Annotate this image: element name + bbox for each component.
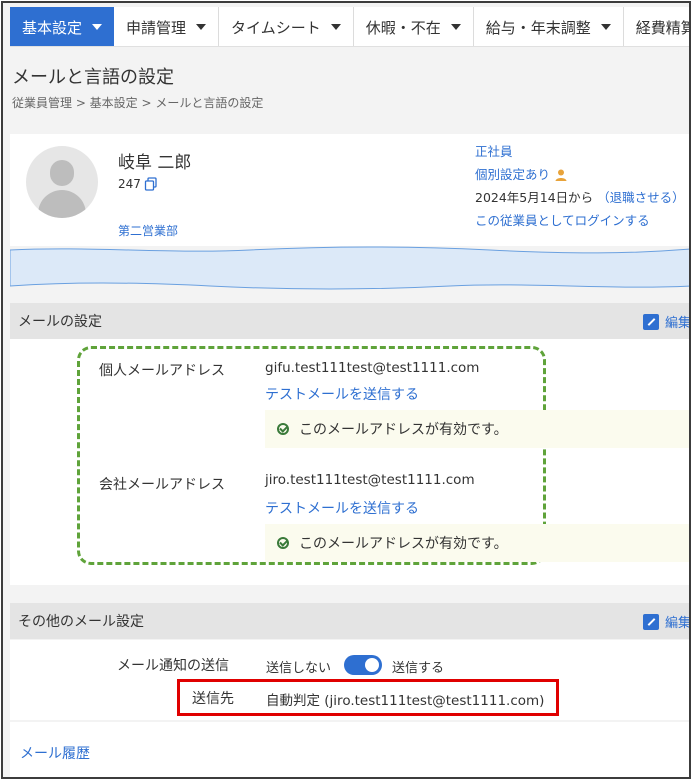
toggle-off-label: 送信しない <box>266 661 332 676</box>
nav-leave[interactable]: 休暇・不在 <box>354 7 474 46</box>
nav-timesheet[interactable]: タイムシート <box>219 7 354 46</box>
employee-status-column: 正社員 個別設定あり 2024年5月14日から （退職させる） この従業員としてロ… <box>475 140 685 232</box>
personal-test-mail-link[interactable]: テストメールを送信する <box>265 384 419 404</box>
employment-since: 2024年5月14日から <box>475 190 594 205</box>
screen-frame: 基本設定 申請管理 タイムシート 休暇・不在 給与・年末調整 経費精算 メールと… <box>1 1 691 779</box>
person-icon <box>555 169 567 181</box>
nav-payroll[interactable]: 給与・年末調整 <box>474 7 624 46</box>
notification-toggle[interactable] <box>344 655 382 675</box>
chevron-down-icon <box>92 24 103 30</box>
personal-email-label: 個人メールアドレス <box>99 363 225 379</box>
wave-divider <box>10 246 689 290</box>
login-as-employee-link[interactable]: この従業員としてログインする <box>475 209 650 232</box>
top-nav: 基本設定 申請管理 タイムシート 休暇・不在 給与・年末調整 経費精算 <box>10 7 689 47</box>
mail-history-row: メール履歴 <box>10 722 689 777</box>
toggle-on-label: 送信する <box>392 661 445 676</box>
employment-type-link[interactable]: 正社員 <box>475 140 513 163</box>
department-link[interactable]: 第二営業部 <box>118 222 178 239</box>
company-test-mail-link[interactable]: テストメールを送信する <box>265 498 419 518</box>
personal-email-valid-status: このメールアドレスが有効です。 <box>265 410 689 448</box>
employee-name: 岐阜 二郎 <box>118 153 192 173</box>
mail-history-link[interactable]: メール履歴 <box>20 743 90 763</box>
chevron-down-icon <box>600 24 611 30</box>
other-mail-settings-header: その他のメール設定 編集 <box>10 603 689 639</box>
breadcrumb: 従業員管理 > 基本設定 > メールと言語の設定 <box>12 96 264 110</box>
nav-basic-settings[interactable]: 基本設定 <box>10 7 115 46</box>
copy-icon[interactable] <box>144 177 158 191</box>
pencil-icon <box>642 313 659 330</box>
mail-settings-edit-button[interactable]: 編集 <box>642 312 689 331</box>
retire-link[interactable]: （退職させる） <box>597 186 685 209</box>
recipient-value: 自動判定 (jiro.test111test@test1111.com) <box>266 693 545 709</box>
page-title: メールと言語の設定 <box>12 67 174 88</box>
recipient-label: 送信先 <box>192 691 234 707</box>
company-email-label: 会社メールアドレス <box>99 477 225 493</box>
mail-settings-header: メールの設定 編集 <box>10 303 689 339</box>
nav-application-management[interactable]: 申請管理 <box>114 7 220 46</box>
nav-expenses[interactable]: 経費精算 <box>624 7 689 46</box>
employee-number: 247 <box>118 177 158 191</box>
other-settings-edit-button[interactable]: 編集 <box>642 612 689 631</box>
chevron-down-icon <box>330 24 341 30</box>
toggle-knob <box>365 658 379 672</box>
company-email-value: jiro.test111test@test1111.com <box>265 472 475 488</box>
individual-settings-link[interactable]: 個別設定あり <box>475 163 550 186</box>
chevron-down-icon <box>450 24 461 30</box>
notification-label: メール通知の送信 <box>117 658 229 674</box>
company-email-valid-status: このメールアドレスが有効です。 <box>265 524 689 562</box>
check-circle-icon <box>277 537 289 549</box>
chevron-down-icon <box>196 24 207 30</box>
personal-email-value: gifu.test111test@test1111.com <box>265 360 480 376</box>
employee-profile-card: 岐阜 二郎 247 第二営業部 正社員 個別設定あり 2024年5月14日から（… <box>10 134 689 246</box>
pencil-icon <box>642 613 659 630</box>
avatar <box>26 146 98 218</box>
check-circle-icon <box>277 423 289 435</box>
